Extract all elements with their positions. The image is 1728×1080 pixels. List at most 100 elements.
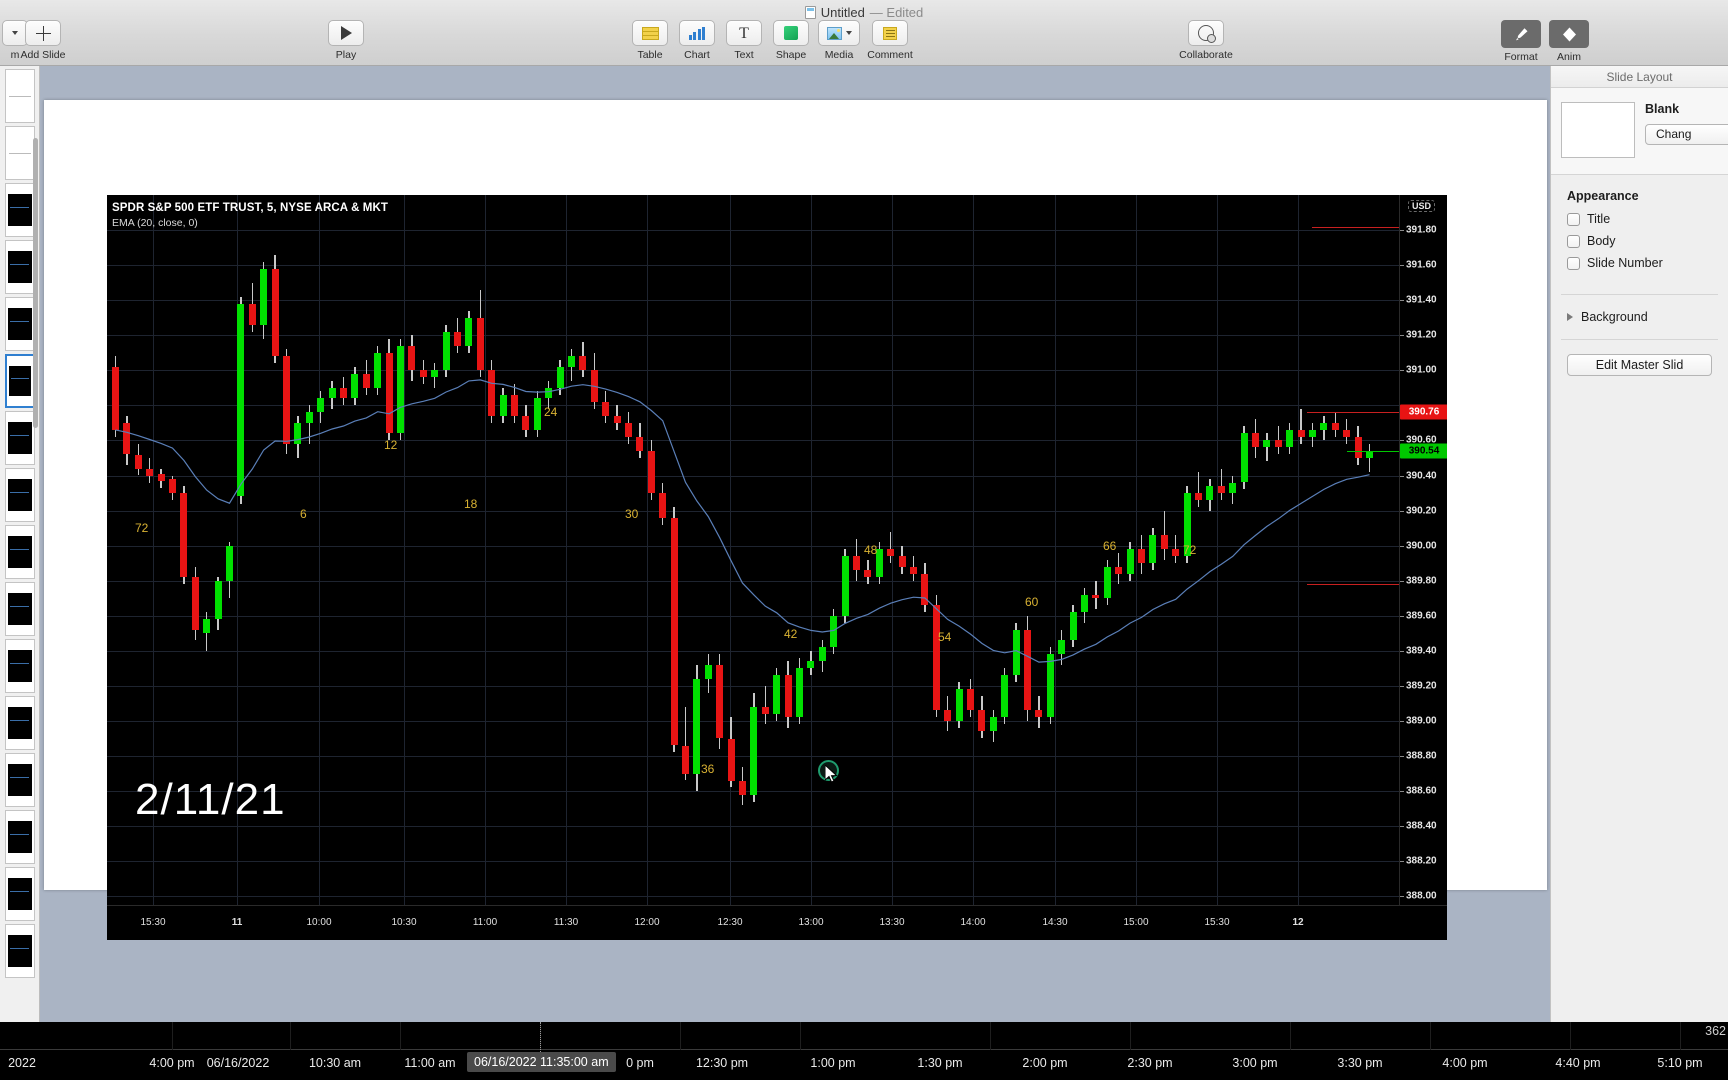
- layout-name-label: Blank: [1645, 102, 1680, 116]
- edit-master-slide-button[interactable]: Edit Master Slid: [1567, 354, 1712, 376]
- slide-thumbnail[interactable]: [5, 639, 35, 693]
- media-icon: [826, 26, 842, 40]
- price-tick-mark: [1400, 580, 1404, 582]
- price-tick-mark: [1400, 475, 1404, 477]
- slide-thumbnail[interactable]: [5, 810, 35, 864]
- bar-count-label: 48: [864, 543, 878, 557]
- thumbnail-chart-preview: [8, 251, 32, 283]
- slide-number-checkbox[interactable]: [1567, 256, 1580, 270]
- slide-thumbnail[interactable]: [5, 411, 35, 465]
- timeline-corner-value: 362: [1705, 1024, 1726, 1038]
- price-tick-mark: [1400, 265, 1404, 267]
- slide-thumbnail[interactable]: [5, 297, 35, 351]
- format-toggle[interactable]: [1501, 20, 1541, 48]
- timeline-gridline: [990, 1022, 991, 1050]
- timeline-tick-label: 2:30 pm: [1127, 1056, 1173, 1070]
- change-layout-button[interactable]: Chang: [1645, 124, 1728, 145]
- price-level-line: [1307, 412, 1399, 414]
- background-disclosure-row[interactable]: Background: [1551, 301, 1728, 333]
- disclosure-triangle-icon[interactable]: [1567, 313, 1573, 321]
- bar-count-label: 72: [135, 521, 149, 535]
- slide-thumbnail[interactable]: [5, 753, 35, 807]
- slide-surface[interactable]: 72 6 12 18 24 30 36 42 48 54 60 66 72 SPDR S&P 500 E…: [44, 100, 1547, 940]
- time-tick-label: 14:30: [1042, 917, 1068, 928]
- slide-navigator[interactable]: [0, 66, 40, 1022]
- slide-thumbnail[interactable]: [5, 69, 35, 123]
- checkbox-row-title[interactable]: Title: [1567, 212, 1716, 226]
- timeline-gridline: [1290, 1022, 1291, 1050]
- slide-thumbnail[interactable]: [5, 582, 35, 636]
- timeline-tick-label: 2:00 pm: [1022, 1056, 1068, 1070]
- thumbnail-chart-preview: [8, 593, 32, 625]
- format-inspector-panel[interactable]: Slide Layout Blank Chang Appearance Titl…: [1550, 66, 1728, 1022]
- slide-canvas-area[interactable]: 72 6 12 18 24 30 36 42 48 54 60 66 72 SPDR S&P 500 E…: [40, 66, 1550, 1022]
- inspector-divider-1: [1561, 294, 1718, 295]
- animate-button[interactable]: Anim: [1540, 20, 1598, 63]
- checkbox-row-body[interactable]: Body: [1567, 234, 1716, 248]
- timeline-gridline: [800, 1022, 801, 1050]
- thumbnail-chart-preview: [8, 308, 32, 340]
- thumbnail-chart-preview: [8, 536, 32, 568]
- slide-thumbnail[interactable]: [5, 468, 35, 522]
- media-chevron-down-icon[interactable]: [845, 31, 852, 35]
- play-button[interactable]: Play: [317, 20, 375, 61]
- layout-preview-thumbnail[interactable]: [1561, 102, 1635, 158]
- slide-thumbnail[interactable]: [5, 525, 35, 579]
- slide-thumbnail[interactable]: [5, 126, 35, 180]
- slide-thumbnail[interactable]: [5, 240, 35, 294]
- insert-media-button[interactable]: Media: [810, 20, 868, 61]
- insert-comment-button[interactable]: Comment: [861, 20, 919, 61]
- trading-chart-image[interactable]: 72 6 12 18 24 30 36 42 48 54 60 66 72 SPDR S&P 500 E…: [107, 195, 1447, 940]
- time-tick-label: 11:30: [553, 917, 579, 928]
- shape-label: Shape: [775, 49, 807, 61]
- timeline-tick-label: 10:30 am: [308, 1056, 362, 1070]
- play-icon: [340, 26, 352, 40]
- add-slide-button[interactable]: Add Slide: [14, 20, 72, 61]
- price-tick-label: 388.60: [1406, 785, 1437, 797]
- price-level-line: [1307, 584, 1399, 586]
- animate-toggle[interactable]: [1549, 20, 1589, 48]
- time-tick-label: 15:00: [1123, 917, 1149, 928]
- timeline-playhead[interactable]: [540, 1022, 541, 1052]
- timeline-gridline: [1680, 1022, 1681, 1050]
- timeline-gridline: [290, 1022, 291, 1050]
- timeline-tick-label: 1:30 pm: [917, 1056, 963, 1070]
- price-tick-mark: [1400, 650, 1404, 652]
- price-axis[interactable]: USD 391.80 391.60 391.40 391.20 391.00 390.60…: [1399, 195, 1447, 905]
- price-tick-mark: [1400, 756, 1404, 757]
- bar-count-label: 12: [384, 438, 398, 452]
- price-tick-label: 391.40: [1406, 294, 1437, 306]
- timeline-gridline: [1430, 1022, 1431, 1050]
- navigator-scrollbar[interactable]: [33, 138, 38, 428]
- price-tick-label: 389.00: [1406, 715, 1437, 727]
- price-level-line: [1347, 451, 1399, 452]
- slide-thumbnail[interactable]: [5, 183, 35, 237]
- price-tick-mark: [1400, 370, 1404, 372]
- time-axis[interactable]: 15:30 11 10:00 10:30 11:00 11:30 12:00 12:30 13:…: [107, 905, 1447, 940]
- animation-timeline-bar[interactable]: 2022 4:00 pm 06/16/2022 10:30 am 11:00 am 0 p…: [0, 1022, 1728, 1080]
- inspector-divider-2: [1561, 339, 1718, 340]
- chart-indicator-label: EMA (20, close, 0): [112, 217, 198, 229]
- thumbnail-chart-preview: [9, 366, 31, 396]
- time-tick-label: 12:30: [717, 917, 743, 928]
- checkbox-row-slide-number[interactable]: Slide Number: [1567, 256, 1716, 270]
- currency-badge: USD: [1408, 200, 1436, 212]
- price-tick-label: 391.80: [1406, 224, 1437, 236]
- price-tick-mark: [1400, 861, 1404, 863]
- collaborate-button[interactable]: Collaborate: [1177, 20, 1235, 61]
- bar-count-label: 66: [1103, 539, 1117, 553]
- timeline-gridline: [400, 1022, 401, 1050]
- timeline-tick-label: 06/16/2022: [206, 1056, 270, 1070]
- slide-thumbnail[interactable]: [5, 354, 35, 408]
- slide-thumbnail[interactable]: [5, 867, 35, 921]
- app-toolbar: Untitled — Edited m Add Slide Play Table…: [0, 0, 1728, 66]
- title-checkbox[interactable]: [1567, 212, 1580, 226]
- slide-thumbnail[interactable]: [5, 696, 35, 750]
- slide-thumbnail[interactable]: [5, 924, 35, 978]
- comment-icon: [883, 26, 897, 40]
- format-label: Format: [1504, 51, 1538, 63]
- body-checkbox[interactable]: [1567, 234, 1580, 248]
- timeline-tick-label: 5:10 pm: [1657, 1056, 1703, 1070]
- window-title-bar: Untitled — Edited: [0, 2, 1728, 22]
- thumbnail-chart-preview: [8, 194, 32, 226]
